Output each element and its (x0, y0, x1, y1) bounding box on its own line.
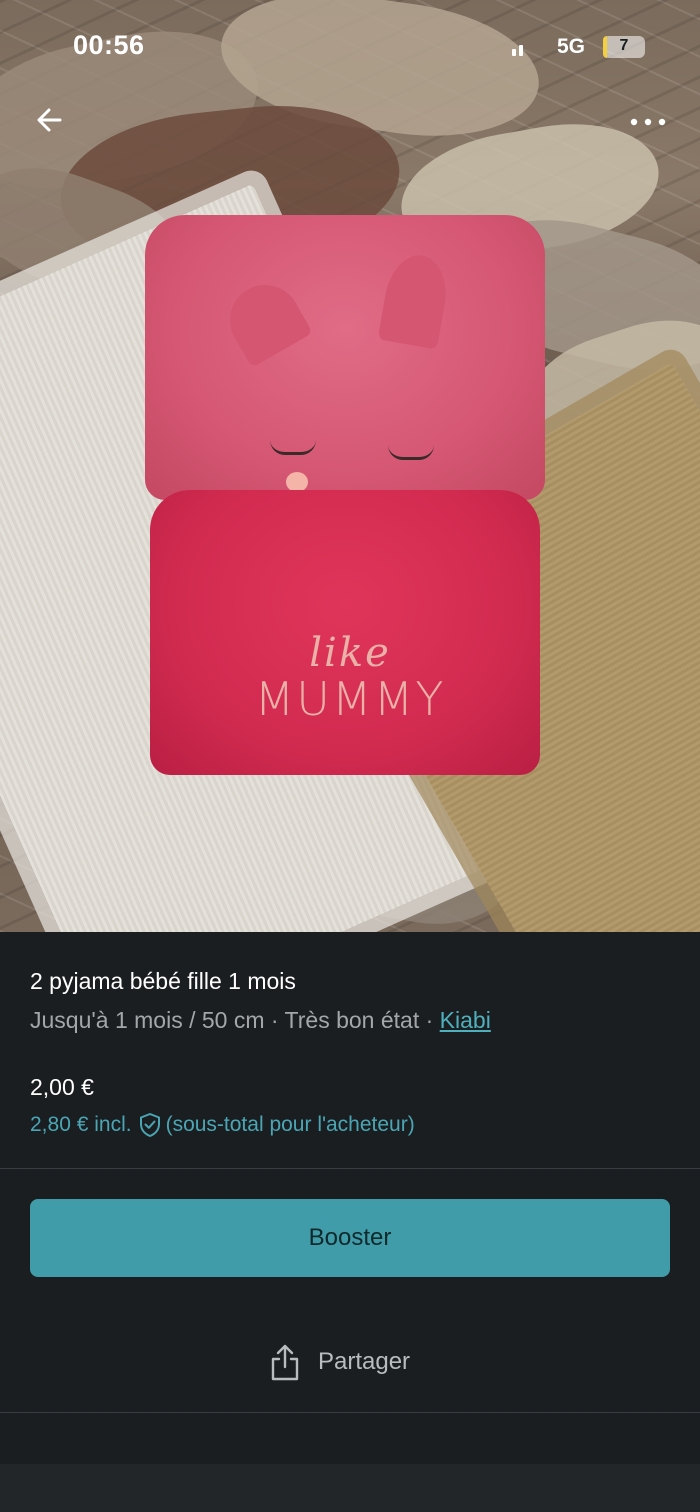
listing-title: 2 pyjama bébé fille 1 mois (30, 968, 296, 994)
divider (0, 1412, 700, 1413)
listing-details: 2 pyjama bébé fille 1 mois Jusqu'à 1 moi… (0, 932, 700, 1512)
network-type: 5G (557, 35, 586, 58)
back-button[interactable] (30, 100, 70, 140)
divider (0, 1168, 700, 1169)
status-time: 00:56 (73, 30, 145, 60)
buyer-price-info[interactable]: 2,80 € incl. (sous-total pour l'acheteur… (30, 1112, 415, 1138)
listing-condition: Très bon état (284, 1007, 420, 1033)
bottom-bar (0, 1464, 700, 1512)
garment-print-text: like MUMMY (254, 630, 446, 726)
more-options-button[interactable] (626, 104, 672, 140)
listing-price: 2,00 € (30, 1074, 94, 1100)
booster-button[interactable]: Booster (30, 1199, 670, 1277)
arrow-left-icon (37, 108, 62, 132)
pink-pyjama-top (145, 215, 545, 500)
product-photo[interactable]: like MUMMY (0, 0, 700, 932)
signal-icon (512, 38, 534, 56)
share-button[interactable]: Partager (268, 1340, 410, 1384)
share-label: Partager (318, 1348, 411, 1375)
battery-icon: 7 (603, 36, 645, 58)
listing-meta: Jusqu'à 1 mois / 50 cm · Très bon état ·… (30, 1007, 491, 1033)
shield-check-icon (139, 1113, 160, 1137)
brand-link[interactable]: Kiabi (440, 1007, 491, 1033)
status-bar: 00:56 5G 7 (0, 0, 700, 96)
listing-size: Jusqu'à 1 mois / 50 cm (30, 1007, 265, 1033)
price-incl: 2,80 € incl. (30, 1113, 132, 1136)
battery-level: 7 (619, 37, 629, 54)
more-horizontal-icon (630, 118, 666, 126)
share-icon (271, 1344, 299, 1381)
price-incl-note: (sous-total pour l'acheteur) (165, 1113, 415, 1136)
